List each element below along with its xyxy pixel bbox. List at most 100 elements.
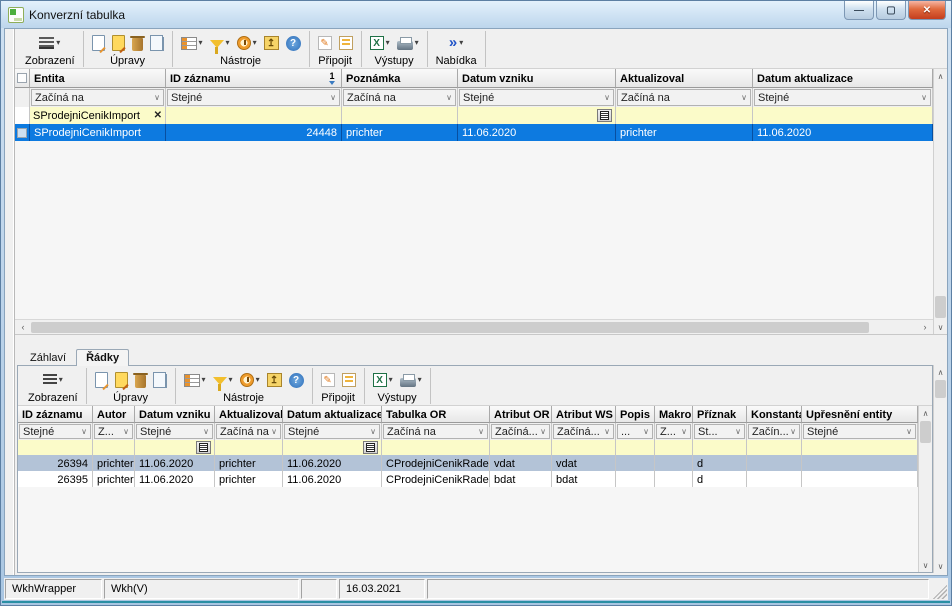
scroll-down-icon[interactable]: ∨	[934, 559, 947, 573]
column-header-aktualizoval[interactable]: Aktualizoval	[616, 69, 753, 88]
scrollbar-thumb[interactable]	[935, 380, 946, 398]
column-header-entita[interactable]: Entita	[30, 69, 166, 88]
scroll-up-icon[interactable]: ∧	[934, 69, 947, 83]
menu-button[interactable]: »▾	[449, 36, 463, 50]
copy-record-button[interactable]	[150, 35, 164, 51]
horizontal-scrollbar[interactable]: ‹ ›	[15, 319, 933, 334]
clear-filter-icon[interactable]: ✕	[154, 110, 162, 121]
scroll-down-icon[interactable]: ∨	[934, 320, 947, 334]
column-header[interactable]: Atribut OR	[490, 406, 552, 423]
excel-export-button[interactable]: X▾	[373, 373, 393, 387]
column-header[interactable]: ID záznamu	[18, 406, 93, 423]
filter-operator-id[interactable]: Stejné∨	[166, 88, 342, 107]
scroll-left-icon[interactable]: ‹	[15, 320, 31, 334]
filter-operator-aktualizoval[interactable]: Začíná na∨	[616, 88, 753, 107]
column-header[interactable]: Upřesnění entity	[802, 406, 918, 423]
filter-value[interactable]	[693, 440, 747, 455]
filter-value[interactable]	[382, 440, 490, 455]
close-button[interactable]: ✕	[908, 1, 946, 20]
copy-record-button[interactable]	[153, 372, 167, 388]
scrollbar-thumb[interactable]	[935, 296, 946, 318]
filter-value-id[interactable]	[166, 107, 342, 124]
filter-operator[interactable]: Stejné∨	[802, 423, 918, 440]
column-header[interactable]: Autor	[93, 406, 135, 423]
filter-value[interactable]	[283, 440, 382, 455]
filter-value-datum-aktualizace[interactable]	[753, 107, 933, 124]
help-button[interactable]: ?	[289, 373, 304, 388]
filter-operator[interactable]: Stejné∨	[18, 423, 93, 440]
column-header-datum-aktualizace[interactable]: Datum aktualizace	[753, 69, 933, 88]
filter-operator-datum-vzniku[interactable]: Stejné∨	[458, 88, 616, 107]
filter-value[interactable]	[18, 440, 93, 455]
filter-value[interactable]	[93, 440, 135, 455]
filter-value[interactable]	[616, 440, 655, 455]
column-header[interactable]: Aktualizoval	[215, 406, 283, 423]
attach-edit-button[interactable]: ✎	[321, 373, 335, 387]
tab-zahlavi[interactable]: Záhlaví	[20, 349, 76, 366]
column-header[interactable]: Atribut WS	[552, 406, 616, 423]
column-header[interactable]: Datum aktualizace	[283, 406, 382, 423]
table-settings-button[interactable]: ▾	[181, 37, 203, 50]
new-record-button[interactable]	[95, 372, 108, 388]
view-dropdown-button[interactable]: ▾	[43, 374, 63, 386]
scroll-up-icon[interactable]: ∧	[934, 365, 947, 379]
scroll-up-icon[interactable]: ∧	[919, 406, 932, 420]
select-all-checkbox[interactable]	[15, 69, 30, 88]
scrollbar-thumb[interactable]	[920, 421, 931, 443]
filter-operator[interactable]: Z...∨	[93, 423, 135, 440]
filter-operator[interactable]: Stejné∨	[135, 423, 215, 440]
filter-value[interactable]	[215, 440, 283, 455]
minimize-button[interactable]: —	[844, 1, 874, 20]
column-header[interactable]: Konstanta	[747, 406, 802, 423]
filter-operator-datum-aktualizace[interactable]: Stejné∨	[753, 88, 933, 107]
attach-list-button[interactable]	[342, 373, 356, 387]
table-settings-button[interactable]: ▾	[184, 374, 206, 387]
actions-button[interactable]: ▾	[240, 373, 260, 387]
column-header[interactable]: Datum vzniku	[135, 406, 215, 423]
row-checkbox[interactable]	[15, 124, 30, 141]
calendar-picker-button[interactable]	[363, 441, 378, 454]
filter-operator[interactable]: Začíná na∨	[215, 423, 283, 440]
delete-record-button[interactable]	[135, 373, 146, 388]
filter-value-entita[interactable]: SProdejniCenikImport✕	[30, 107, 166, 124]
filter-operator[interactable]: Začíná...∨	[490, 423, 552, 440]
filter-operator[interactable]: Začíná na∨	[382, 423, 490, 440]
column-header[interactable]: Příznak	[693, 406, 747, 423]
column-header[interactable]: Makro	[655, 406, 693, 423]
edit-record-button[interactable]	[115, 372, 128, 388]
maximize-button[interactable]: ▢	[876, 1, 906, 20]
panel-scrollbar[interactable]: ∧ ∨	[933, 365, 947, 573]
new-record-button[interactable]	[92, 35, 105, 51]
table-row[interactable]: 26394 prichter 11.06.2020 prichter 11.06…	[18, 455, 918, 471]
calendar-picker-button[interactable]	[196, 441, 211, 454]
filter-operator-entita[interactable]: Začíná na∨	[30, 88, 166, 107]
table-row[interactable]: 26395 prichter 11.06.2020 prichter 11.06…	[18, 471, 918, 487]
table-row[interactable]: SProdejniCenikImport 24448 prichter 11.0…	[15, 124, 933, 141]
print-button[interactable]: ▾	[400, 373, 422, 387]
calendar-picker-button[interactable]	[597, 109, 612, 122]
filter-value-aktualizoval[interactable]	[616, 107, 753, 124]
vertical-scrollbar[interactable]: ∧ ∨	[933, 69, 947, 334]
filter-value[interactable]	[490, 440, 552, 455]
filter-operator[interactable]: St...∨	[693, 423, 747, 440]
title-bar[interactable]: Konverzní tabulka — ▢ ✕	[1, 1, 951, 28]
print-button[interactable]: ▾	[397, 36, 419, 50]
filter-operator[interactable]: Začín...∨	[747, 423, 802, 440]
filter-operator-poznamka[interactable]: Začíná na∨	[342, 88, 458, 107]
filter-operator[interactable]: Začíná...∨	[552, 423, 616, 440]
edit-record-button[interactable]	[112, 35, 125, 51]
transfer-button[interactable]: ↥	[267, 373, 282, 387]
attach-list-button[interactable]	[339, 36, 353, 50]
tab-radky[interactable]: Řádky	[76, 349, 129, 366]
transfer-button[interactable]: ↥	[264, 36, 279, 50]
filter-value[interactable]	[135, 440, 215, 455]
attach-edit-button[interactable]: ✎	[318, 36, 332, 50]
filter-value-datum-vzniku[interactable]	[458, 107, 616, 124]
filter-operator[interactable]: Stejné∨	[283, 423, 382, 440]
help-button[interactable]: ?	[286, 36, 301, 51]
column-header-datum-vzniku[interactable]: Datum vzniku	[458, 69, 616, 88]
view-dropdown-button[interactable]: ▾	[39, 37, 60, 49]
excel-export-button[interactable]: X▾	[370, 36, 390, 50]
scrollbar-thumb[interactable]	[31, 322, 869, 333]
filter-value-poznamka[interactable]	[342, 107, 458, 124]
